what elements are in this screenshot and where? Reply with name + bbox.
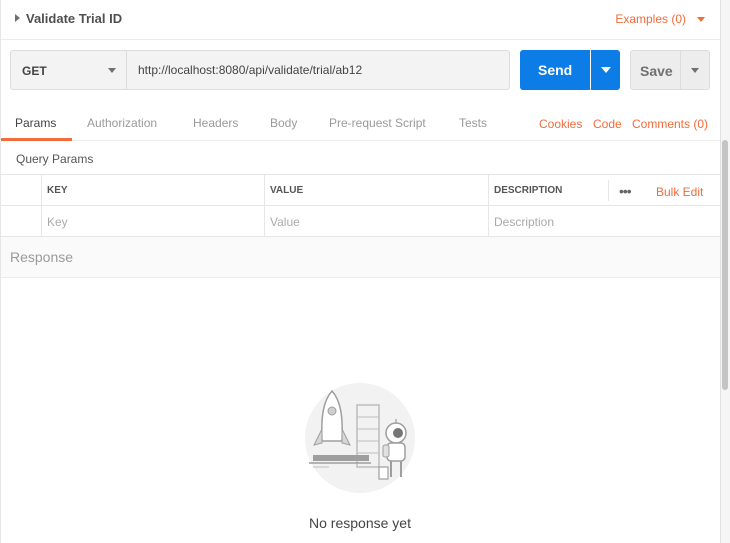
tab-pre-request-script[interactable]: Pre-request Script [329,116,426,130]
method-select[interactable]: GET [10,50,127,90]
no-response-text: No response yet [309,515,411,531]
code-link[interactable]: Code [593,117,622,131]
more-dots-icon[interactable]: ••• [619,183,632,199]
request-header: Validate Trial ID Examples (0) [1,0,721,40]
key-header-label: KEY [47,185,68,196]
send-label: Send [538,62,573,78]
url-value: http://localhost:8080/api/validate/trial… [138,63,363,77]
request-tabs: Params Authorization Headers Body Pre-re… [1,106,721,141]
url-input[interactable]: http://localhost:8080/api/validate/trial… [126,50,510,90]
params-table: KEY VALUE DESCRIPTION ••• Bulk Edit Key … [1,174,721,237]
save-options-button[interactable] [680,50,710,90]
query-params-title: Query Params [16,152,94,166]
caret-right-icon[interactable] [15,14,20,22]
key-cell[interactable]: Key [41,206,265,237]
response-label: Response [10,249,74,265]
cookies-link[interactable]: Cookies [539,117,582,131]
value-header-label: VALUE [270,185,304,196]
scrollbar-thumb[interactable] [722,140,728,390]
send-options-button[interactable] [591,50,620,90]
comments-link[interactable]: Comments (0) [632,117,708,131]
save-label: Save [640,63,673,79]
chevron-down-icon [601,67,611,73]
chevron-down-icon [691,68,699,73]
send-button[interactable]: Send [520,50,590,90]
description-input[interactable]: Description [494,215,554,229]
params-empty-row: Key Value Description [1,206,721,237]
examples-link[interactable]: Examples (0) [615,12,686,26]
key-column-header: KEY [41,175,265,206]
request-title[interactable]: Validate Trial ID [26,11,122,26]
value-column-header: VALUE [264,175,489,206]
tab-body[interactable]: Body [270,116,297,130]
description-cell[interactable]: Description [488,206,721,237]
response-header: Response [1,237,721,278]
request-panel: Validate Trial ID Examples (0) GET http:… [0,0,721,543]
value-cell[interactable]: Value [264,206,489,237]
value-input[interactable]: Value [270,215,300,229]
tab-tests[interactable]: Tests [459,116,487,130]
rocket-astronaut-illustration [305,383,415,493]
tab-authorization[interactable]: Authorization [87,116,157,130]
bulk-edit-link[interactable]: Bulk Edit [656,185,703,199]
method-label: GET [22,64,47,78]
active-tab-indicator [1,138,72,141]
tab-headers[interactable]: Headers [193,116,238,130]
save-button[interactable]: Save [630,50,681,90]
description-header-label: DESCRIPTION [494,185,563,196]
column-divider [608,180,609,201]
examples-chevron-down-icon[interactable] [697,17,705,22]
tab-params[interactable]: Params [15,116,56,130]
params-header-row: KEY VALUE DESCRIPTION ••• Bulk Edit [1,175,721,206]
chevron-down-icon [108,68,116,73]
key-input[interactable]: Key [47,215,68,229]
